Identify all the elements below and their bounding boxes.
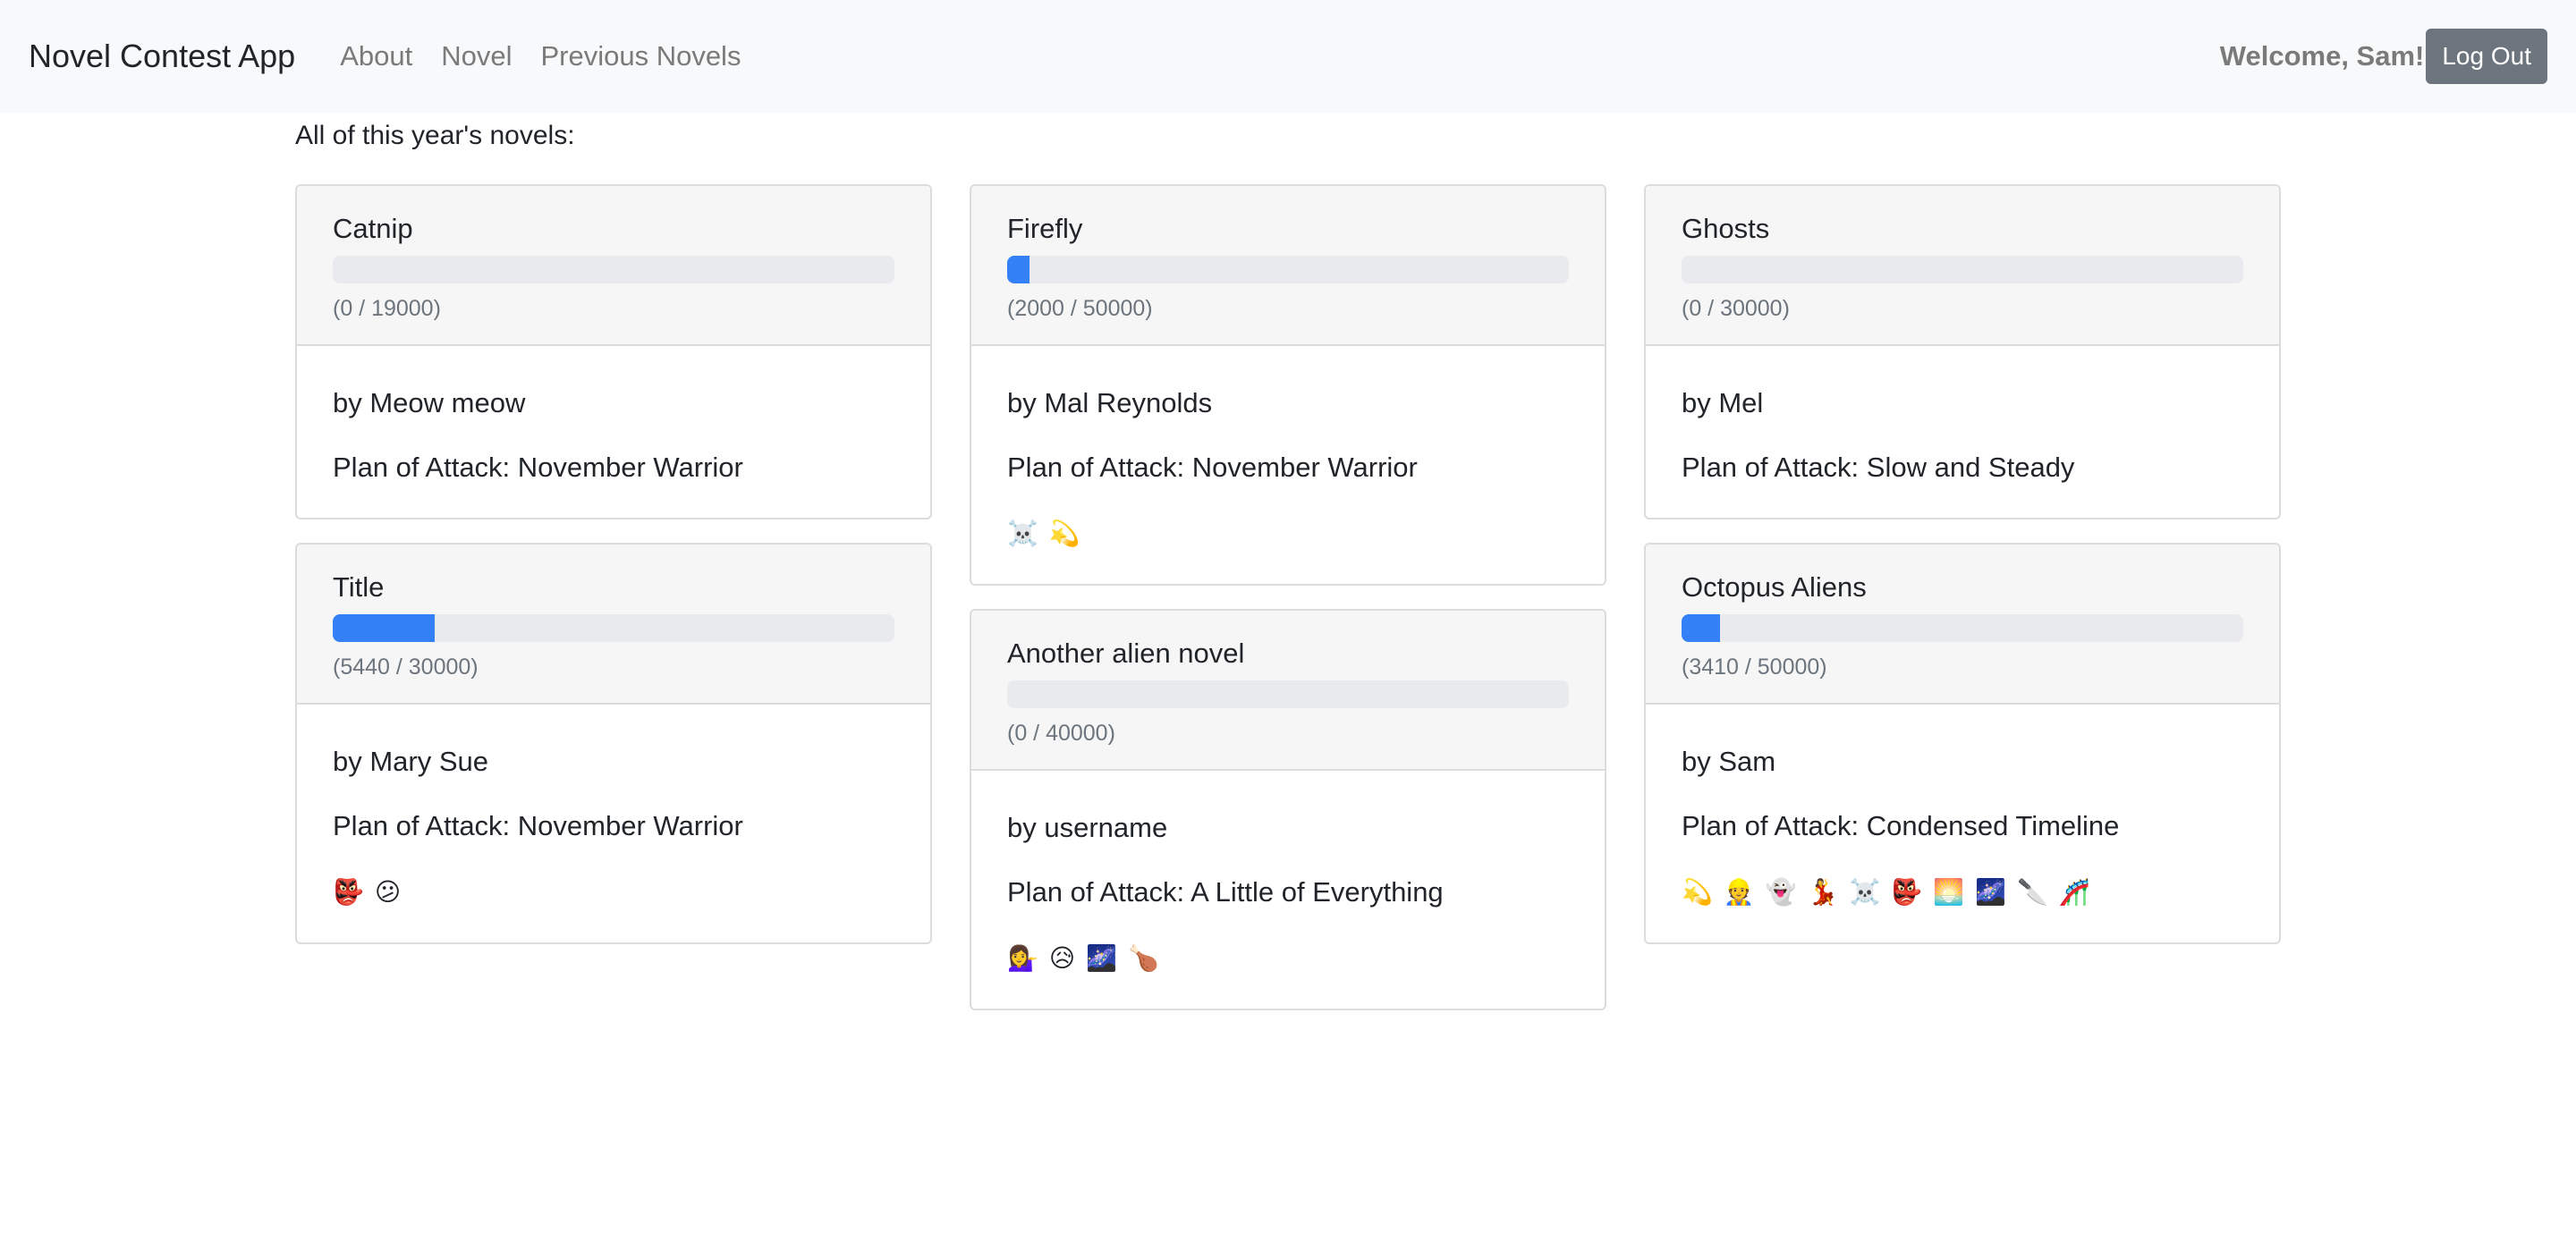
plan-of-attack: Plan of Attack: A Little of Everything <box>1007 876 1444 908</box>
plan-of-attack: Plan of Attack: Condensed Timeline <box>1682 810 2120 841</box>
plan-of-attack: Plan of Attack: November Warrior <box>333 810 743 841</box>
novel-title: Catnip <box>333 213 413 244</box>
word-count-label: (0 / 19000) <box>333 296 441 321</box>
novel-title: Ghosts <box>1682 213 1770 244</box>
novel-title: Octopus Aliens <box>1682 571 1867 603</box>
navbar: Novel Contest App About Novel Previous N… <box>0 0 2576 113</box>
novel-card-body: by Mal Reynolds Plan of Attack: November… <box>971 346 1605 584</box>
novel-card-body: by Mel Plan of Attack: Slow and Steady <box>1646 346 2279 518</box>
word-count-progress-fill <box>1682 614 1720 642</box>
novel-card-header: Firefly (2000 / 50000) <box>971 186 1605 346</box>
word-count-progress <box>333 256 894 283</box>
novel-card: Firefly (2000 / 50000) by Mal Reynolds P… <box>970 184 1606 586</box>
nav-link-novel[interactable]: Novel <box>441 40 512 72</box>
novel-card-header: Ghosts (0 / 30000) <box>1646 186 2279 346</box>
emoji-icon: ☠️ <box>1007 519 1038 547</box>
nav-link-about[interactable]: About <box>340 40 412 72</box>
emoji-list: 👺 😕 <box>333 874 894 910</box>
word-count-label: (0 / 40000) <box>1007 721 1115 746</box>
emoji-list: 💁‍♀️ 😥 🌌 🍗 <box>1007 941 1569 976</box>
word-count-progress <box>1682 614 2243 642</box>
novel-column: Ghosts (0 / 30000) by Mel Plan of Attack… <box>1644 184 2281 944</box>
novel-title: Another alien novel <box>1007 638 1245 669</box>
novel-card-body: by Meow meow Plan of Attack: November Wa… <box>297 346 930 518</box>
word-count-progress <box>1007 256 1569 283</box>
emoji-list: 💫 👷 👻 💃 ☠️ 👺 🌅 🌌 🔪 🎢 <box>1682 874 2243 910</box>
novel-author: by Mary Sue <box>333 746 489 777</box>
novel-card-header: Catnip (0 / 19000) <box>297 186 930 346</box>
novel-column: Catnip (0 / 19000) by Meow meow Plan of … <box>295 184 932 944</box>
emoji-icon: 🌅 <box>1933 878 1965 906</box>
novel-card: Title (5440 / 30000) by Mary Sue Plan of… <box>295 543 932 944</box>
emoji-icon: 😥 <box>1048 944 1076 972</box>
word-count-progress <box>333 614 894 642</box>
emoji-icon: 💃 <box>1807 878 1839 906</box>
emoji-icon: 🌌 <box>1086 944 1117 972</box>
novel-card-header: Another alien novel (0 / 40000) <box>971 611 1605 771</box>
emoji-icon: 👺 <box>1891 878 1923 906</box>
novel-card-header: Octopus Aliens (3410 / 50000) <box>1646 545 2279 705</box>
emoji-icon: 🍗 <box>1127 944 1159 972</box>
emoji-icon: 😕 <box>374 878 402 906</box>
word-count-progress <box>1007 680 1569 708</box>
novel-author: by Meow meow <box>333 387 526 418</box>
novel-card: Catnip (0 / 19000) by Meow meow Plan of … <box>295 184 932 519</box>
novel-card: Octopus Aliens (3410 / 50000) by Sam Pla… <box>1644 543 2281 944</box>
emoji-icon: ☠️ <box>1849 878 1881 906</box>
novel-card-body: by username Plan of Attack: A Little of … <box>971 771 1605 1009</box>
logout-button[interactable]: Log Out <box>2426 29 2547 84</box>
novel-title: Firefly <box>1007 213 1083 244</box>
novel-author: by username <box>1007 812 1168 843</box>
novel-author: by Mel <box>1682 387 1764 418</box>
emoji-icon: 💁‍♀️ <box>1007 944 1038 972</box>
novel-card-body: by Mary Sue Plan of Attack: November War… <box>297 705 930 942</box>
emoji-icon: 👺 <box>333 878 364 906</box>
word-count-label: (2000 / 50000) <box>1007 296 1153 321</box>
novel-author: by Mal Reynolds <box>1007 387 1213 418</box>
word-count-progress <box>1682 256 2243 283</box>
emoji-list: ☠️ 💫 <box>1007 516 1569 552</box>
brand-link[interactable]: Novel Contest App <box>29 38 295 75</box>
page-heading: All of this year's novels: <box>295 121 575 150</box>
novel-column: Firefly (2000 / 50000) by Mal Reynolds P… <box>970 184 1606 1010</box>
user-area: Welcome, Sam! Log Out <box>2220 0 2547 113</box>
emoji-icon: 🔪 <box>2017 878 2048 906</box>
novel-author: by Sam <box>1682 746 1776 777</box>
novel-card: Ghosts (0 / 30000) by Mel Plan of Attack… <box>1644 184 2281 519</box>
word-count-label: (0 / 30000) <box>1682 296 1790 321</box>
emoji-icon: 💫 <box>1682 878 1713 906</box>
novel-grid: Catnip (0 / 19000) by Meow meow Plan of … <box>295 184 2281 1010</box>
emoji-icon: 👷 <box>1723 878 1755 906</box>
emoji-icon: 💫 <box>1048 519 1080 547</box>
nav-link-previous-novels[interactable]: Previous Novels <box>540 40 741 72</box>
novel-card: Another alien novel (0 / 40000) by usern… <box>970 609 1606 1010</box>
word-count-progress-fill <box>1007 256 1030 283</box>
plan-of-attack: Plan of Attack: Slow and Steady <box>1682 452 2075 483</box>
plan-of-attack: Plan of Attack: November Warrior <box>1007 452 1418 483</box>
emoji-icon: 👻 <box>1765 878 1797 906</box>
word-count-label: (5440 / 30000) <box>333 655 479 680</box>
welcome-message: Welcome, Sam! <box>2219 40 2425 72</box>
word-count-progress-fill <box>333 614 435 642</box>
main-content: All of this year's novels: Catnip (0 / 1… <box>295 113 2281 1010</box>
novel-card-header: Title (5440 / 30000) <box>297 545 930 705</box>
novel-card-body: by Sam Plan of Attack: Condensed Timelin… <box>1646 705 2279 942</box>
novel-title: Title <box>333 571 385 603</box>
emoji-icon: 🌌 <box>1975 878 2006 906</box>
emoji-icon: 🎢 <box>2058 878 2090 906</box>
plan-of-attack: Plan of Attack: November Warrior <box>333 452 743 483</box>
word-count-label: (3410 / 50000) <box>1682 655 1827 680</box>
